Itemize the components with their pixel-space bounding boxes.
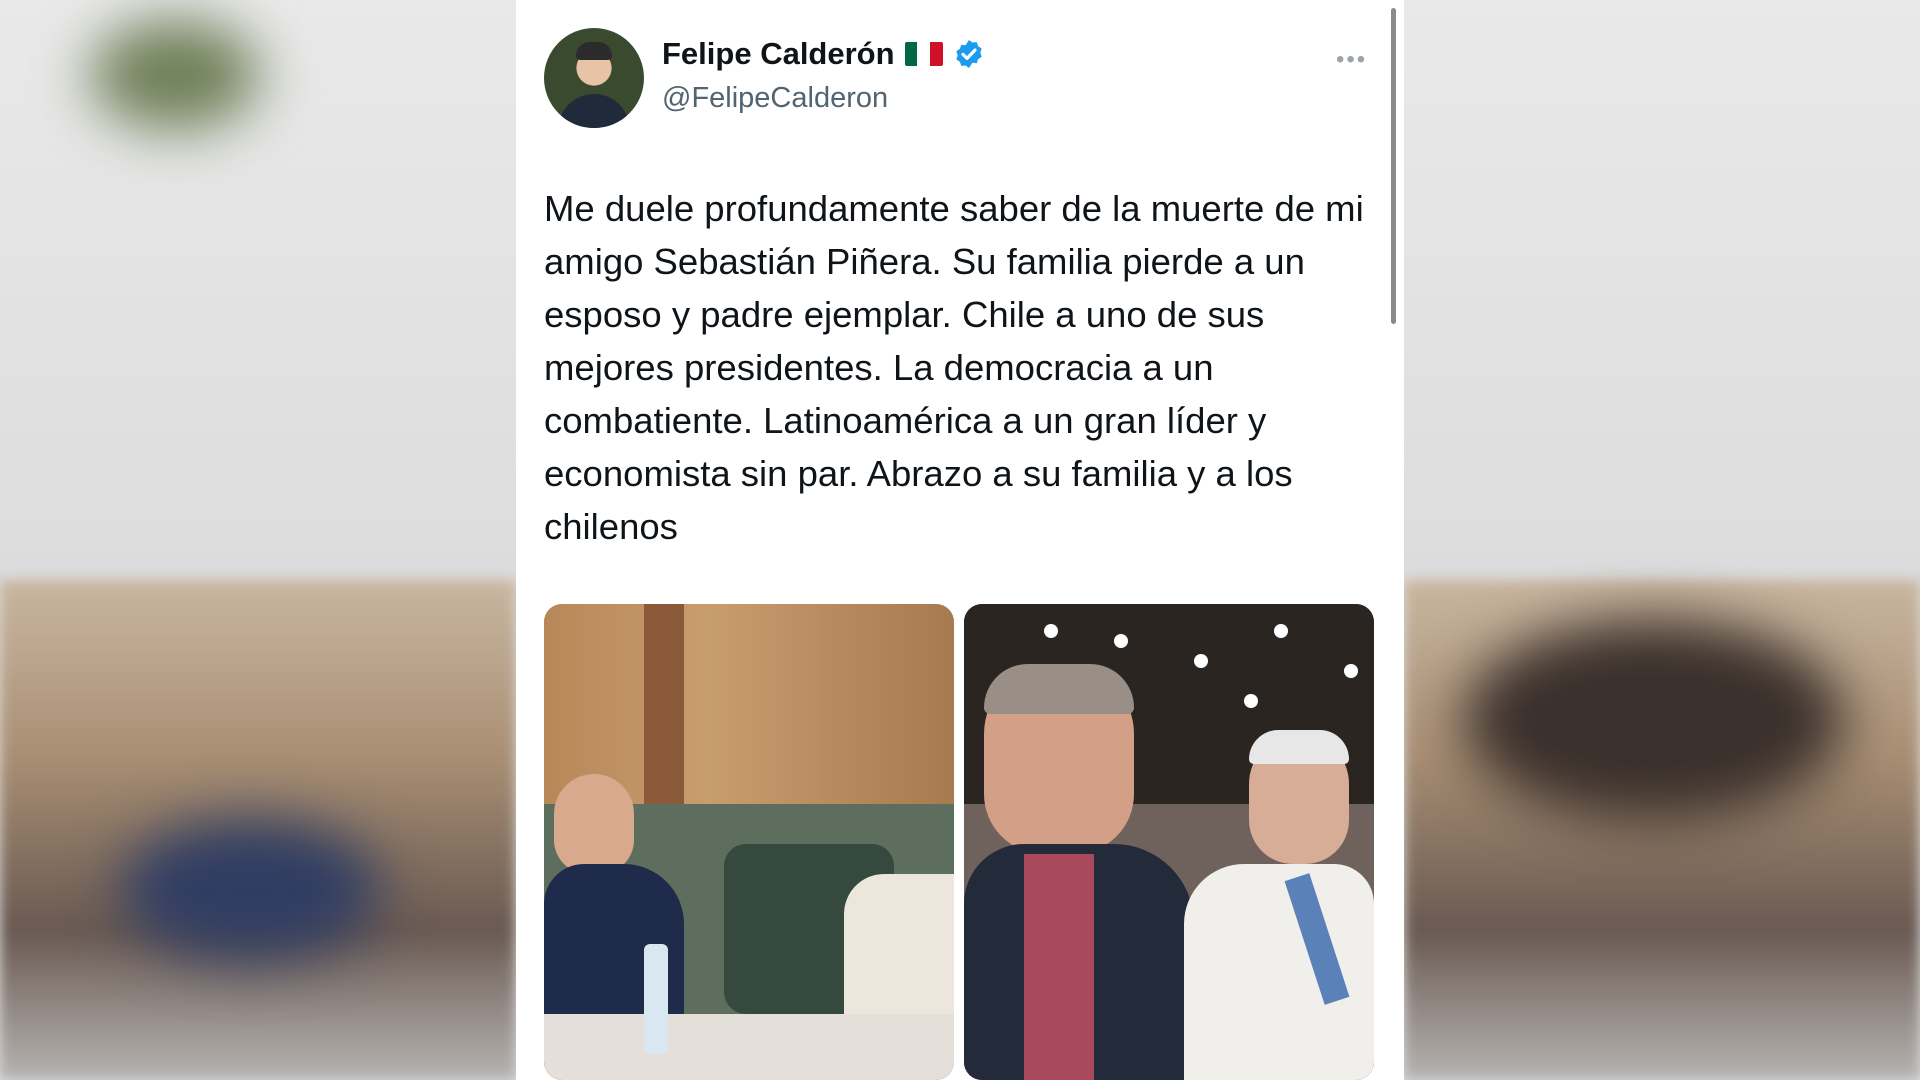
background-top <box>1404 0 1920 580</box>
author-name-row: Felipe Calderón <box>662 36 985 72</box>
author-handle[interactable]: @FelipeCalderon <box>662 82 888 115</box>
author-name[interactable]: Felipe Calderón <box>662 36 895 72</box>
verified-badge-icon <box>955 40 982 68</box>
tweet-text: Me duele profundamente saber de la muert… <box>544 188 1364 547</box>
tweet-card: Felipe Calderón @FelipeCalderon ••• Me d… <box>516 0 1404 1080</box>
scrollbar[interactable] <box>1391 8 1396 324</box>
person-shirt-right <box>1184 864 1374 1080</box>
background-top <box>0 0 516 580</box>
person-hair-left <box>984 664 1134 714</box>
person-face <box>554 774 634 874</box>
more-options-icon[interactable]: ••• <box>1336 46 1367 74</box>
photo-meeting[interactable] <box>544 604 954 1080</box>
background-blob <box>1464 620 1844 820</box>
background-left <box>0 0 516 1080</box>
background-blob <box>90 20 260 130</box>
ceiling-lights <box>1044 624 1058 638</box>
avatar-hair <box>576 42 612 60</box>
water-bottle <box>644 944 668 1054</box>
background-right <box>1404 0 1920 1080</box>
wood-panel <box>544 604 954 804</box>
author-avatar[interactable] <box>544 28 644 128</box>
mexico-flag-icon <box>904 42 943 66</box>
background-blob <box>120 820 380 960</box>
table <box>544 1014 954 1080</box>
tie-left <box>1024 854 1094 1080</box>
photo-selfie[interactable] <box>964 604 1374 1080</box>
person-hair-right <box>1249 730 1349 764</box>
avatar-suit <box>558 94 630 128</box>
